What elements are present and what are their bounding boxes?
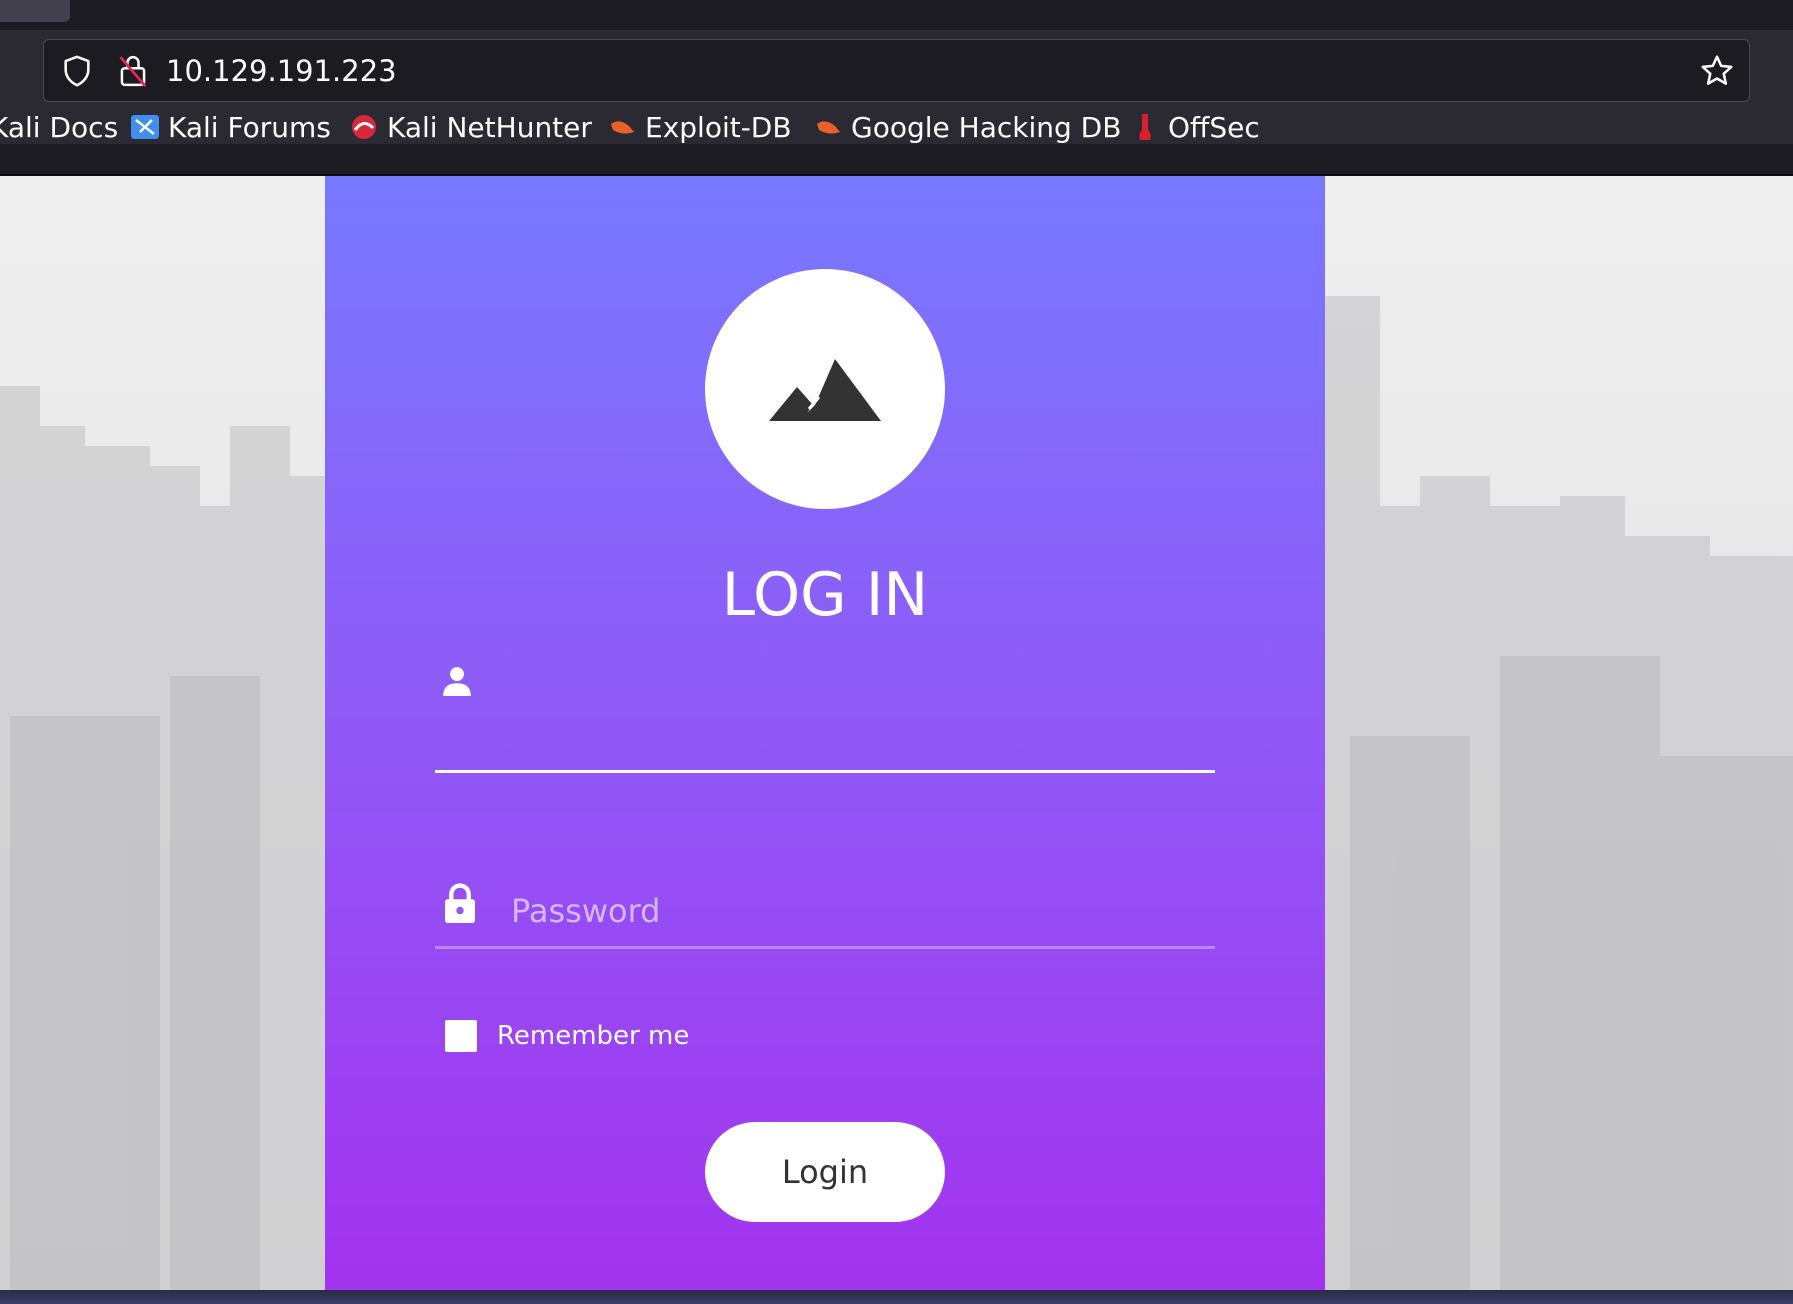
tracking-shield-icon[interactable] bbox=[60, 54, 94, 88]
bookmark-label: OffSec bbox=[1168, 110, 1260, 144]
logo-circle bbox=[705, 269, 945, 509]
bookmark-label: Kali Forums bbox=[168, 110, 331, 144]
user-icon bbox=[443, 667, 471, 696]
bookmark-kali-forums[interactable]: Kali Forums bbox=[130, 110, 331, 144]
remember-me-label: Remember me bbox=[497, 1021, 690, 1051]
username-field[interactable] bbox=[435, 661, 1215, 773]
password-input[interactable] bbox=[511, 881, 1211, 941]
mountain-icon bbox=[769, 359, 881, 421]
tab-strip bbox=[0, 0, 1793, 30]
web-page: LOG IN Remember me Login bbox=[0, 176, 1793, 1290]
browser-toolbar: 10.129.191.223 Kali Docs Kali Forums Kal… bbox=[0, 30, 1793, 144]
remember-me[interactable]: Remember me bbox=[445, 1020, 689, 1052]
taskbar-edge bbox=[0, 1290, 1793, 1304]
lock-icon bbox=[445, 883, 475, 923]
bookmark-label: Google Hacking DB bbox=[851, 110, 1122, 144]
login-button[interactable]: Login bbox=[705, 1122, 945, 1222]
bookmark-offsec[interactable]: OffSec bbox=[1130, 110, 1260, 144]
ghdb-icon bbox=[817, 121, 840, 134]
exploit-db-icon bbox=[611, 121, 634, 134]
remember-me-checkbox[interactable] bbox=[445, 1020, 477, 1052]
bookmark-label: Kali Docs bbox=[0, 110, 119, 144]
nethunter-icon bbox=[352, 115, 376, 139]
bookmark-star-icon[interactable] bbox=[1699, 53, 1735, 89]
kali-forums-icon bbox=[131, 115, 159, 139]
username-input[interactable] bbox=[511, 661, 1211, 721]
url-bar[interactable]: 10.129.191.223 bbox=[43, 39, 1750, 102]
insecure-lock-icon[interactable] bbox=[116, 53, 150, 89]
password-field[interactable] bbox=[435, 873, 1215, 949]
bookmark-kali-nethunter[interactable]: Kali NetHunter bbox=[349, 110, 592, 144]
login-title: LOG IN bbox=[721, 560, 929, 630]
login-card: LOG IN Remember me Login bbox=[325, 176, 1325, 1290]
bookmark-label: Exploit-DB bbox=[645, 110, 792, 144]
bookmark-google-hacking-db[interactable]: Google Hacking DB bbox=[813, 110, 1121, 144]
url-text[interactable]: 10.129.191.223 bbox=[166, 54, 397, 88]
bookmark-label: Kali NetHunter bbox=[387, 110, 592, 144]
bookmark-kali-docs[interactable]: Kali Docs bbox=[0, 110, 118, 144]
bookmark-exploit-db[interactable]: Exploit-DB bbox=[607, 110, 792, 144]
offsec-icon bbox=[1139, 114, 1151, 140]
bookmarks-toolbar: Kali Docs Kali Forums Kali NetHunter Exp… bbox=[0, 110, 1793, 144]
active-tab[interactable] bbox=[0, 0, 70, 22]
